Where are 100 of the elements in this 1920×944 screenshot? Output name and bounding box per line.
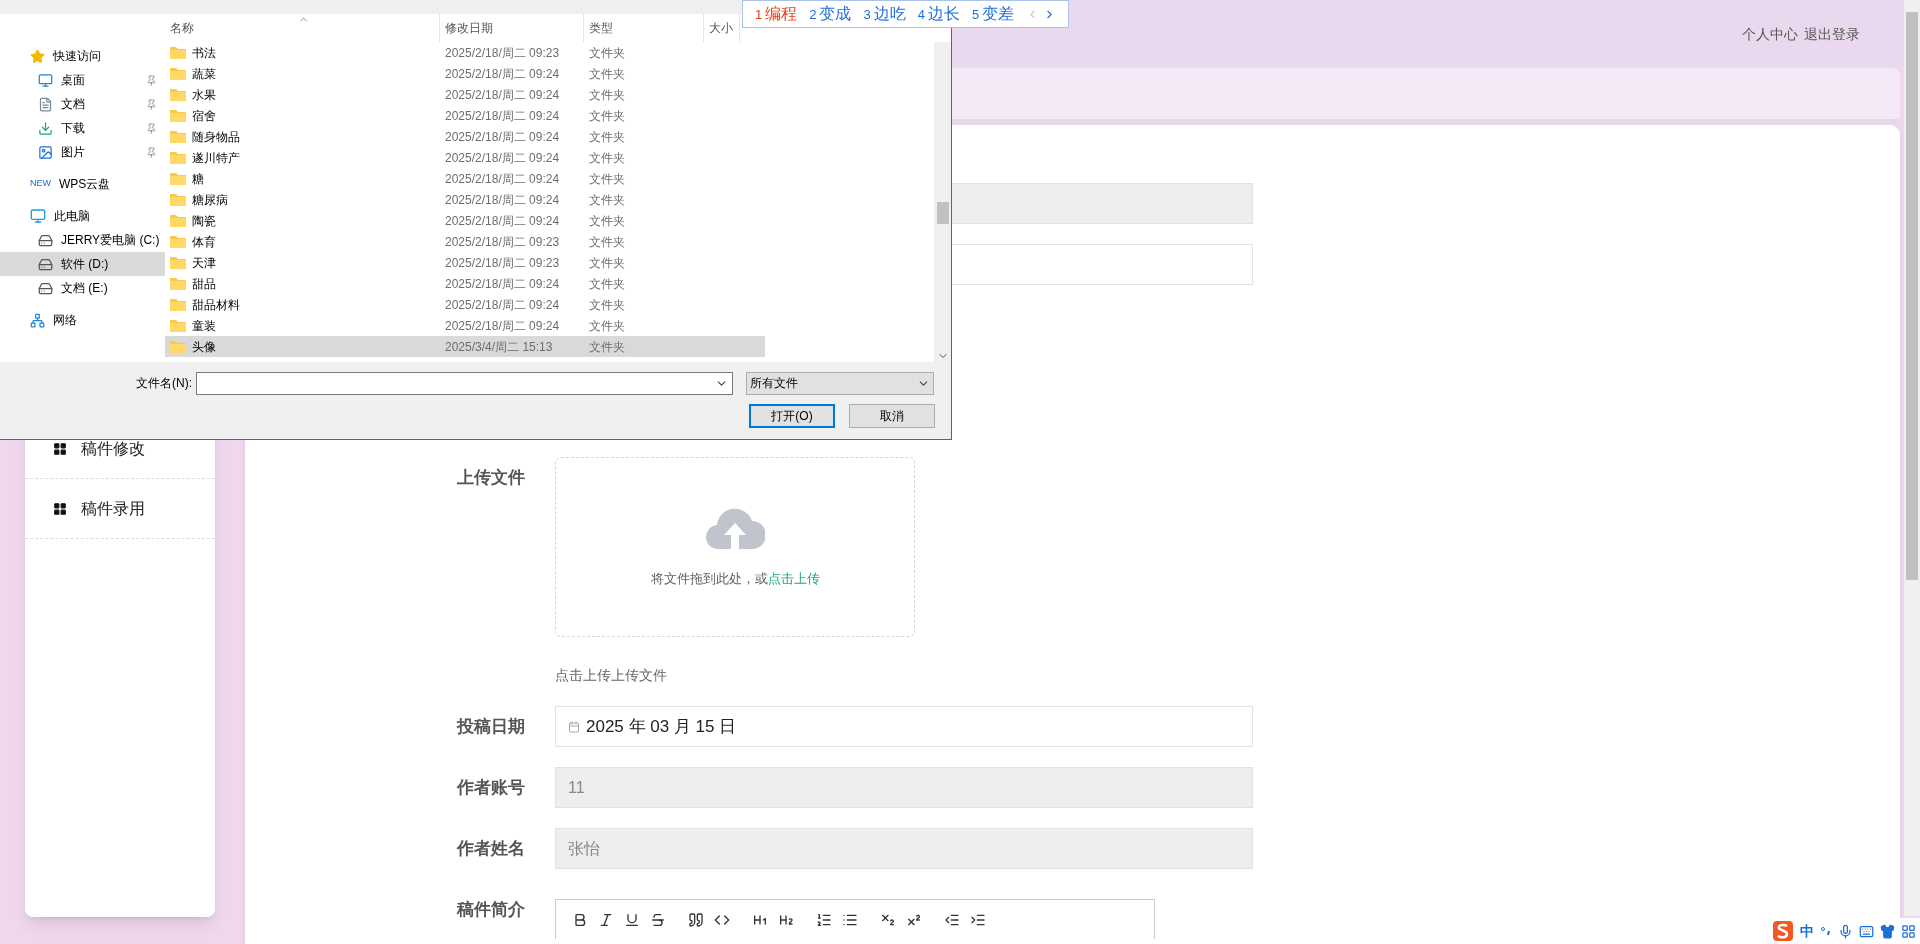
nav-item[interactable]: NEW WPS云盘: [0, 172, 165, 196]
file-name: 宿舍: [192, 107, 216, 125]
nav-item[interactable]: 网络: [0, 308, 165, 332]
column-header[interactable]: 修改日期: [440, 14, 584, 42]
folder-icon: [170, 130, 186, 143]
file-row[interactable]: 书法 2025/2/18/周二 09:23 文件夹: [165, 42, 765, 63]
field-label: 上传文件: [456, 467, 525, 489]
bold-icon[interactable]: [572, 911, 588, 928]
nav-item[interactable]: 文档: [0, 92, 165, 116]
strikethrough-icon[interactable]: [650, 911, 666, 928]
file-row[interactable]: 水果 2025/2/18/周二 09:24 文件夹: [165, 84, 765, 105]
grid-icon[interactable]: [1901, 923, 1916, 939]
file-row[interactable]: 蔬菜 2025/2/18/周二 09:24 文件夹: [165, 63, 765, 84]
punctuation-icon[interactable]: [1820, 925, 1832, 937]
ime-candidate[interactable]: 4 边长: [917, 2, 960, 26]
nav-item[interactable]: 图片: [0, 140, 165, 164]
nav-item[interactable]: 下载: [0, 116, 165, 140]
star-icon: [30, 48, 45, 64]
folder-icon: [170, 277, 186, 290]
input-mode[interactable]: 中: [1800, 920, 1814, 942]
modified-date: 2025/2/18/周二 09:24: [444, 275, 561, 293]
file-row[interactable]: 随身物品 2025/2/18/周二 09:24 文件夹: [165, 126, 765, 147]
file-type: 文件夹: [588, 191, 626, 209]
file-row[interactable]: 头像 2025/3/4/周二 15:13 文件夹: [165, 336, 765, 357]
file-row[interactable]: 遂川特产 2025/2/18/周二 09:24 文件夹: [165, 147, 765, 168]
calendar-icon: [568, 720, 580, 733]
file-row[interactable]: 糖尿病 2025/2/18/周二 09:24 文件夹: [165, 189, 765, 210]
modified-date: 2025/2/18/周二 09:24: [444, 128, 561, 146]
file-type: 文件夹: [588, 254, 626, 272]
file-row[interactable]: 童装 2025/2/18/周二 09:24 文件夹: [165, 315, 765, 336]
upload-dropzone[interactable]: 将文件拖到此处，或点击上传: [555, 457, 915, 637]
computer-icon: [30, 208, 46, 224]
grid-icon: [53, 501, 67, 516]
file-type: 文件夹: [588, 44, 626, 62]
file-type: 文件夹: [588, 317, 626, 335]
header-link[interactable]: 个人中心: [1742, 23, 1798, 45]
ime-candidate[interactable]: 2 变成: [809, 2, 852, 26]
date-field[interactable]: 2025 年 03 月 15 日: [555, 706, 1253, 747]
file-row[interactable]: 陶瓷 2025/2/18/周二 09:24 文件夹: [165, 210, 765, 231]
file-type: 文件夹: [588, 212, 626, 230]
nav-item[interactable]: 文档 (E:): [0, 276, 165, 300]
upload-hint: 点击上传上传文件: [555, 666, 668, 685]
file-type-select[interactable]: 所有文件: [746, 371, 934, 395]
file-name: 天津: [192, 254, 216, 272]
column-header[interactable]: 类型: [584, 14, 704, 42]
file-name: 遂川特产: [192, 149, 240, 167]
file-row[interactable]: 甜品 2025/2/18/周二 09:24 文件夹: [165, 273, 765, 294]
column-header[interactable]: 名称: [165, 14, 440, 42]
file-name: 甜品材料: [192, 296, 240, 314]
underline-icon[interactable]: [624, 911, 640, 928]
dialog-button[interactable]: 打开(O): [749, 404, 835, 428]
dialog-button[interactable]: 取消: [849, 404, 935, 428]
page-scrollbar-thumb[interactable]: [1906, 12, 1918, 580]
modified-date: 2025/2/18/周二 09:23: [444, 233, 561, 251]
ime-candidate[interactable]: 3 边吃: [863, 2, 906, 26]
italic-icon[interactable]: [598, 911, 614, 928]
file-row[interactable]: 天津 2025/2/18/周二 09:23 文件夹: [165, 252, 765, 273]
file-name: 童装: [192, 317, 216, 335]
folder-icon: [170, 340, 186, 353]
drive-icon: [38, 280, 53, 296]
file-row[interactable]: 甜品材料 2025/2/18/周二 09:24 文件夹: [165, 294, 765, 315]
column-header[interactable]: 大小: [704, 14, 740, 42]
microphone-icon[interactable]: [1838, 923, 1853, 939]
field-label: 作者账号: [455, 777, 525, 799]
file-row[interactable]: 糖 2025/2/18/周二 09:24 文件夹: [165, 168, 765, 189]
file-name: 头像: [192, 338, 216, 356]
nav-item[interactable]: 软件 (D:): [0, 252, 165, 276]
file-name: 蔬菜: [192, 65, 216, 83]
keyboard-icon[interactable]: [1859, 923, 1874, 939]
sidebar-item[interactable]: 稿件录用: [25, 479, 215, 539]
quote-icon[interactable]: [688, 911, 704, 928]
file-row[interactable]: 宿舍 2025/2/18/周二 09:24 文件夹: [165, 105, 765, 126]
folder-icon: [170, 214, 186, 227]
file-type: 文件夹: [588, 86, 626, 104]
ime-candidate[interactable]: 5 变差: [971, 2, 1015, 26]
file-name: 陶瓷: [192, 212, 216, 230]
ime-candidate[interactable]: 1 编程: [755, 2, 798, 26]
shirt-icon[interactable]: [1880, 923, 1895, 939]
file-name: 糖尿病: [192, 191, 228, 209]
filename-field[interactable]: [196, 371, 733, 395]
nav-item[interactable]: 桌面: [0, 68, 165, 92]
modified-date: 2025/2/18/周二 09:24: [444, 149, 561, 167]
nav-item[interactable]: JERRY爱电脑 (C:): [0, 228, 165, 252]
file-type: 文件夹: [588, 149, 626, 167]
folder-icon: [170, 298, 186, 311]
scrollbar-thumb[interactable]: [936, 202, 949, 224]
nav-item[interactable]: 此电脑: [0, 204, 165, 228]
modified-date: 2025/2/18/周二 09:24: [444, 65, 561, 83]
ordered-list-icon[interactable]: [816, 911, 832, 928]
header-link[interactable]: 退出登录: [1804, 23, 1860, 45]
file-row[interactable]: 体育 2025/2/18/周二 09:23 文件夹: [165, 231, 765, 252]
file-type: 文件夹: [588, 65, 626, 83]
new-label: NEW: [30, 177, 51, 191]
modified-date: 2025/2/18/周二 09:23: [444, 44, 561, 62]
file-name: 随身物品: [192, 128, 240, 146]
nav-item[interactable]: 快速访问: [0, 44, 165, 68]
drive-icon: [38, 256, 53, 272]
file-name: 书法: [192, 44, 216, 62]
field-label: 作者姓名: [455, 838, 525, 860]
file-name: 体育: [192, 233, 216, 251]
